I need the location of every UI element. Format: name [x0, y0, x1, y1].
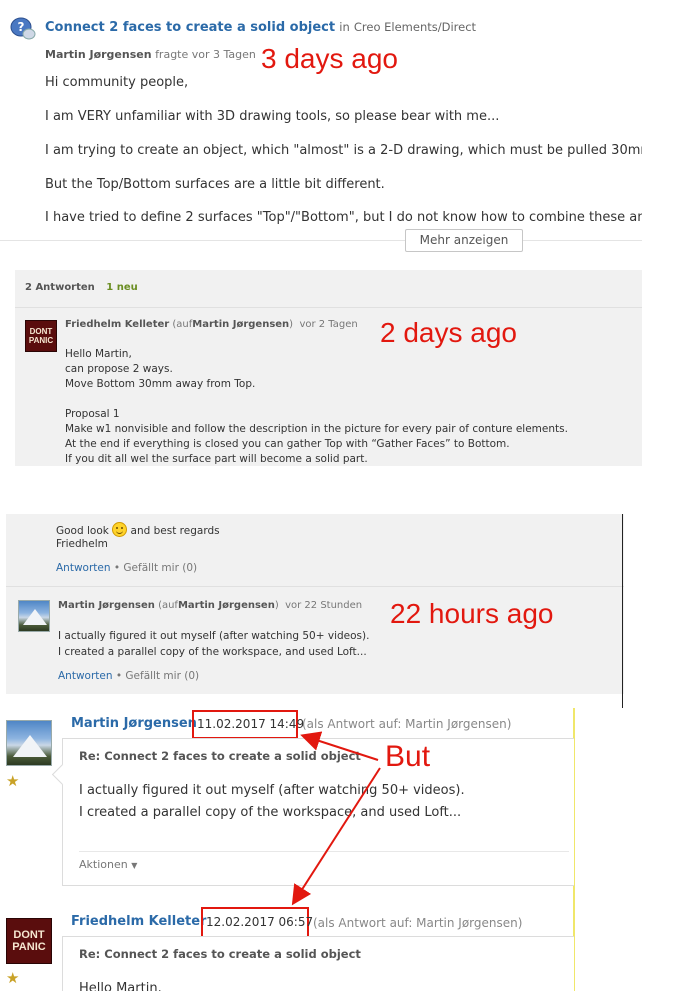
post-date: 11.02.2017 14:49	[192, 710, 304, 739]
vertical-rule	[622, 514, 623, 708]
reply-time: vor 22 Stunden	[285, 600, 363, 611]
reply-body-line: Move Bottom 30mm away from Top.	[65, 378, 256, 390]
replies-panel: 2 Antworten 1 neu DONT PANIC Friedhelm K…	[15, 270, 642, 466]
post-author-link[interactable]: Friedhelm Kelleter	[71, 914, 206, 929]
closing-text: and best regards	[130, 525, 220, 537]
chevron-down-icon: ▼	[131, 861, 138, 870]
question-icon: ?	[10, 17, 36, 40]
reply-on-author-link[interactable]: Martin Jørgensen	[192, 319, 289, 330]
question-meta: Martin Jørgensen fragte vor 3 Tagen	[45, 48, 256, 61]
divider	[79, 851, 569, 852]
post-body-line: I created a parallel copy of the workspa…	[79, 805, 462, 820]
reply-count: 2 Antworten	[25, 282, 95, 293]
question-body-line: I have tried to define 2 surfaces "Top"/…	[45, 210, 642, 225]
separator-dot: •	[113, 562, 121, 574]
closing-text: Good look	[56, 525, 109, 537]
reply-body-line: Proposal 1	[65, 408, 120, 420]
reply-author-link[interactable]: Martin Jørgensen	[58, 600, 155, 611]
question-body-line: Hi community people,	[45, 75, 189, 90]
reply-body-line: If you dit all wel the surface part will…	[65, 453, 368, 465]
smiley-icon	[112, 522, 128, 537]
divider	[15, 307, 642, 308]
star-icon: ★	[6, 772, 20, 790]
reply-on-suffix: )	[289, 319, 294, 330]
annotation-3-days: 3 days ago	[261, 43, 398, 74]
reply-actions: Antworten • Gefällt mir (0)	[56, 562, 197, 574]
avatar[interactable]	[18, 600, 50, 632]
reply-body-line: Hello Martin,	[65, 348, 132, 360]
avatar-text: DONT PANIC	[28, 327, 54, 345]
post-body-line: I actually figured it out myself (after …	[79, 783, 465, 798]
divider	[0, 240, 642, 241]
reply-body-line: can propose 2 ways.	[65, 363, 173, 375]
reply-body-line: I created a parallel copy of the workspa…	[58, 646, 367, 658]
question-time: vor 3 Tagen	[191, 48, 256, 61]
reply-body-line: I actually figured it out myself (after …	[58, 630, 370, 642]
question-body-line: But the Top/Bottom surfaces are a little…	[45, 177, 385, 192]
reply-body-line: Make w1 nonvisible and follow the descri…	[65, 423, 568, 435]
reply-on-prefix: (auf	[172, 319, 193, 330]
separator-dot: •	[115, 670, 123, 682]
mountain-icon	[13, 735, 47, 757]
reply-closing: Good look and best regards	[56, 522, 220, 537]
star-icon: ★	[6, 969, 20, 987]
post-body-line: Hello Martin,	[79, 981, 162, 991]
reply-link[interactable]: Antworten	[58, 670, 113, 682]
reply-on-prefix: (auf	[158, 600, 178, 611]
forum-prefix: in	[339, 20, 350, 34]
like-link[interactable]: Gefällt mir (0)	[123, 562, 197, 574]
post-reply-to[interactable]: (als Antwort auf: Martin Jørgensen)	[313, 916, 522, 930]
replies-panel-continued: Good look and best regards Friedhelm Ant…	[6, 514, 624, 694]
actions-label: Aktionen	[79, 858, 128, 871]
annotation-but: But	[385, 740, 431, 773]
avatar-text: DONT PANIC	[12, 929, 46, 953]
forum-link[interactable]: Creo Elements/Direct	[354, 20, 476, 34]
annotation-2-days: 2 days ago	[380, 317, 517, 348]
post-subject: Re: Connect 2 faces to create a solid ob…	[79, 749, 361, 763]
question-author-link[interactable]: Martin Jørgensen	[45, 48, 152, 61]
like-link[interactable]: Gefällt mir (0)	[125, 670, 199, 682]
asked-label: fragte	[155, 48, 189, 61]
question-title-link[interactable]: Connect 2 faces to create a solid object	[45, 20, 335, 35]
reply-author-link[interactable]: Friedhelm Kelleter	[65, 319, 169, 330]
post-box: Re: Connect 2 faces to create a solid ob…	[62, 936, 574, 991]
reply-meta: Friedhelm Kelleter (aufMartin Jørgensen)…	[65, 319, 358, 330]
replies-summary: 2 Antworten 1 neu	[25, 282, 138, 293]
avatar[interactable]: DONT PANIC	[6, 918, 52, 964]
question-body-line: I am VERY unfamiliar with 3D drawing too…	[45, 109, 500, 124]
reply-link[interactable]: Antworten	[56, 562, 111, 574]
reply-on-suffix: )	[274, 600, 279, 611]
reply-body-line: At the end if everything is closed you c…	[65, 438, 510, 450]
post-box: Re: Connect 2 faces to create a solid ob…	[62, 738, 574, 886]
reply-signature: Friedhelm	[56, 538, 108, 550]
post-reply-to[interactable]: (als Antwort auf: Martin Jørgensen)	[302, 717, 511, 731]
divider	[6, 586, 624, 587]
mountain-icon	[23, 609, 47, 625]
question-body-line: I am trying to create an object, which "…	[45, 143, 642, 158]
annotation-22-hours: 22 hours ago	[390, 598, 554, 629]
avatar[interactable]	[6, 720, 52, 766]
reply-time: vor 2 Tagen	[299, 319, 358, 330]
new-badge[interactable]: 1 neu	[106, 282, 137, 293]
post-subject: Re: Connect 2 faces to create a solid ob…	[79, 947, 361, 961]
avatar[interactable]: DONT PANIC	[25, 320, 57, 352]
actions-menu-button[interactable]: Aktionen ▼	[79, 858, 137, 871]
post-date: 12.02.2017 06:57	[201, 907, 313, 938]
post-author-link[interactable]: Martin Jørgensen	[71, 716, 197, 731]
show-more-button[interactable]: Mehr anzeigen	[405, 229, 523, 252]
reply-meta: Martin Jørgensen (aufMartin Jørgensen) v…	[58, 600, 362, 611]
reply-on-author-link[interactable]: Martin Jørgensen	[178, 600, 275, 611]
reply-actions: Antworten • Gefällt mir (0)	[58, 670, 199, 682]
question-title-line: Connect 2 faces to create a solid object…	[45, 20, 476, 35]
